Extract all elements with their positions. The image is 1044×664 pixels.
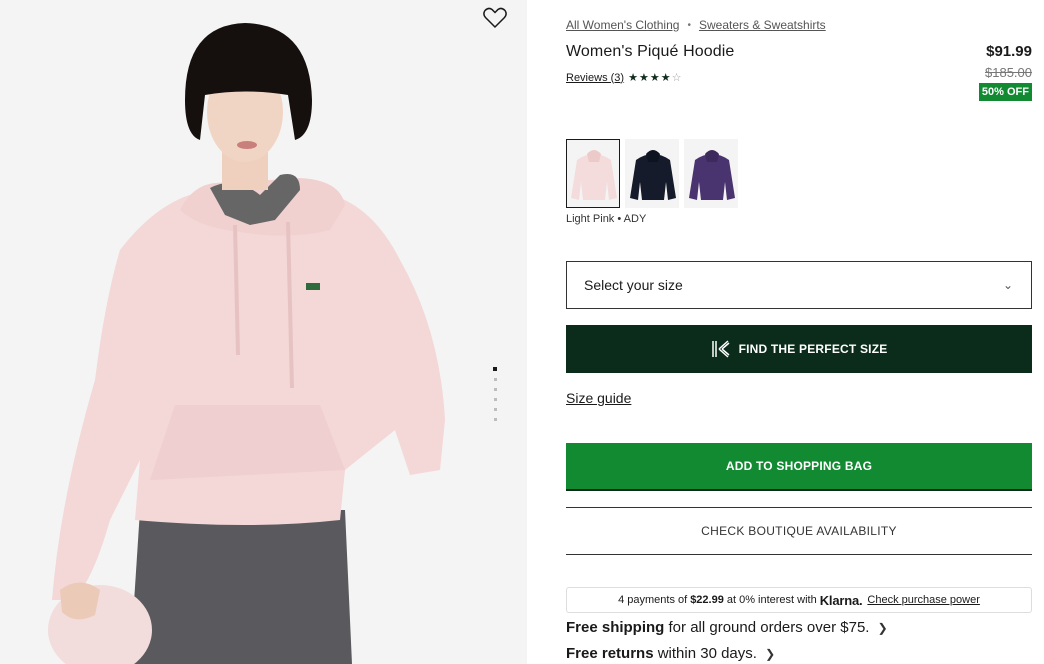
star-empty-icon: ☆ — [671, 72, 682, 84]
selected-color-label: Light Pink • ADY — [566, 213, 647, 225]
reviews-row: Reviews (3) ★★★★☆ — [566, 71, 682, 85]
gallery-dot[interactable] — [493, 408, 497, 411]
breadcrumb-separator: • — [687, 19, 691, 31]
klarna-middle: at 0% interest with — [726, 594, 817, 606]
reviews-link[interactable]: Reviews (3) — [566, 72, 624, 84]
swatch-navy[interactable] — [625, 139, 679, 208]
add-to-bag-button[interactable]: ADD TO SHOPPING BAG — [566, 443, 1032, 491]
breadcrumb-link-sweaters[interactable]: Sweaters & Sweatshirts — [699, 18, 826, 32]
hoodie-thumbnail — [571, 150, 617, 200]
swatch-light-pink[interactable] — [566, 139, 620, 208]
gallery-dot[interactable] — [493, 418, 497, 421]
find-perfect-size-button[interactable]: FIND THE PERFECT SIZE — [566, 325, 1032, 373]
free-returns-text: within 30 days. — [657, 645, 757, 662]
klarna-purchase-power-link[interactable]: Check purchase power — [867, 594, 980, 606]
product-image — [48, 23, 445, 664]
product-gallery[interactable] — [0, 0, 527, 664]
chevron-right-icon: ❯ — [765, 647, 776, 661]
add-to-bag-label: ADD TO SHOPPING BAG — [725, 459, 873, 473]
check-boutique-label: CHECK BOUTIQUE AVAILABILITY — [701, 524, 897, 538]
check-boutique-button[interactable]: CHECK BOUTIQUE AVAILABILITY — [566, 507, 1032, 555]
find-perfect-size-label: FIND THE PERFECT SIZE — [738, 342, 888, 356]
star-filled-icon: ★ — [638, 72, 649, 84]
gallery-pagination — [492, 367, 498, 428]
kiwi-sizing-icon — [711, 340, 730, 358]
klarna-amount: $22.99 — [690, 594, 724, 606]
size-select-placeholder: Select your size — [584, 277, 683, 293]
gallery-dot[interactable] — [493, 398, 497, 401]
hoodie-thumbnail — [689, 150, 735, 200]
hoodie-thumbnail — [630, 150, 676, 200]
free-shipping-link[interactable]: Free shipping for all ground orders over… — [566, 619, 888, 636]
breadcrumb: All Women's Clothing • Sweaters & Sweats… — [566, 18, 826, 32]
gallery-dot[interactable] — [493, 378, 497, 381]
klarna-banner: 4 payments of $22.99 at 0% interest with… — [566, 587, 1032, 613]
klarna-logo: Klarna. — [819, 592, 863, 608]
klarna-prefix: 4 payments of — [618, 594, 688, 606]
discount-badge: 50% OFF — [978, 83, 1032, 101]
swatch-purple[interactable] — [684, 139, 738, 208]
chevron-right-icon: ❯ — [877, 621, 888, 635]
star-filled-icon: ★ — [649, 72, 660, 84]
free-shipping-text: for all ground orders over $75. — [668, 619, 870, 636]
gallery-dot[interactable] — [493, 367, 497, 371]
current-price: $91.99 — [986, 43, 1032, 60]
free-shipping-bold: Free shipping — [566, 619, 665, 636]
product-title: Women's Piqué Hoodie — [566, 43, 735, 60]
free-returns-bold: Free returns — [566, 645, 654, 662]
breadcrumb-link-womens-clothing[interactable]: All Women's Clothing — [566, 18, 679, 32]
star-filled-icon: ★ — [660, 72, 671, 84]
free-returns-link[interactable]: Free returns within 30 days. ❯ — [566, 645, 775, 662]
gallery-dot[interactable] — [493, 388, 497, 391]
wishlist-heart-button[interactable] — [482, 6, 508, 30]
size-guide-link[interactable]: Size guide — [566, 390, 631, 406]
size-select[interactable]: Select your size ⌄ — [566, 261, 1032, 309]
color-swatches — [566, 139, 743, 208]
original-price: $185.00 — [985, 65, 1032, 80]
heart-icon — [483, 7, 507, 29]
star-filled-icon: ★ — [628, 72, 638, 84]
rating-stars: ★★★★☆ — [628, 71, 682, 84]
chevron-down-icon: ⌄ — [1002, 278, 1013, 292]
